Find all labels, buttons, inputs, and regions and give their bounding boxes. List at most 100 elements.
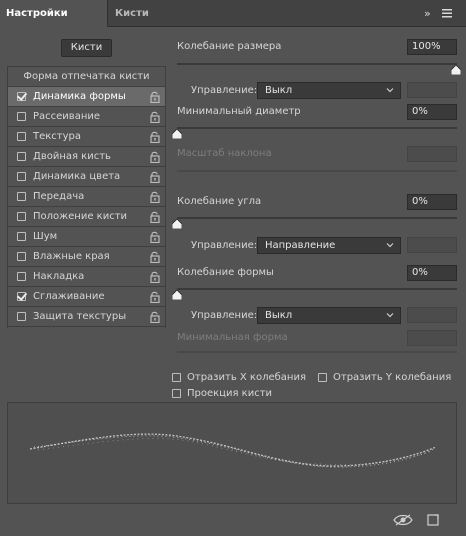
tilt-scale-slider bbox=[177, 170, 457, 172]
option-checkbox[interactable] bbox=[17, 132, 26, 141]
roundness-control-select[interactable]: Выкл bbox=[257, 307, 401, 324]
angle-control-value: Направление bbox=[265, 240, 336, 251]
option-checkbox[interactable] bbox=[17, 232, 26, 241]
roundness-control-value: Выкл bbox=[265, 310, 293, 321]
angle-control-extra-field bbox=[407, 237, 457, 253]
tilt-scale-label: Масштаб наклона bbox=[177, 148, 272, 159]
lock-icon[interactable] bbox=[150, 311, 160, 323]
roundness-control-label: Управление: bbox=[191, 310, 258, 321]
list-item-label: Двойная кисть bbox=[33, 151, 111, 162]
list-item-label: Защита текстуры bbox=[33, 311, 127, 322]
brush-options-list: Форма отпечатка кисти Динамика формы Расс… bbox=[7, 66, 166, 328]
option-checkbox[interactable] bbox=[17, 212, 26, 221]
chevron-down-icon bbox=[386, 88, 394, 93]
option-checkbox[interactable] bbox=[17, 172, 26, 181]
list-item-label: Динамика формы bbox=[33, 91, 126, 102]
option-checkbox[interactable] bbox=[17, 272, 26, 281]
chevron-down-icon bbox=[386, 313, 394, 318]
size-control-extra-field bbox=[407, 82, 457, 98]
min-diameter-slider[interactable] bbox=[177, 127, 457, 129]
list-item-label: Текстура bbox=[33, 131, 82, 142]
angle-control-select[interactable]: Направление bbox=[257, 237, 401, 254]
size-control-label: Управление: bbox=[191, 85, 258, 96]
tilt-scale-field bbox=[407, 146, 457, 162]
roundness-jitter-slider-handle[interactable] bbox=[172, 290, 182, 300]
stroke-preview-image bbox=[29, 433, 437, 468]
list-item-label: Влажные края bbox=[33, 251, 110, 262]
min-roundness-field bbox=[407, 330, 457, 346]
angle-jitter-slider-handle[interactable] bbox=[172, 219, 182, 229]
list-item[interactable]: Сглаживание bbox=[8, 287, 165, 307]
angle-jitter-label: Колебание угла bbox=[177, 196, 262, 207]
option-checkbox[interactable] bbox=[17, 112, 26, 121]
min-roundness-slider bbox=[177, 351, 457, 353]
list-item[interactable]: Динамика формы bbox=[8, 87, 165, 107]
lock-icon[interactable] bbox=[150, 131, 160, 143]
hamburger-menu-icon[interactable] bbox=[441, 0, 455, 27]
lock-icon[interactable] bbox=[150, 231, 160, 243]
option-checkbox[interactable] bbox=[17, 92, 26, 101]
lock-icon[interactable] bbox=[150, 171, 160, 183]
flip-x-label: Отразить X колебания bbox=[187, 372, 306, 383]
flip-y-checkbox[interactable] bbox=[318, 373, 327, 382]
min-diameter-label: Минимальный диаметр bbox=[177, 106, 301, 117]
roundness-jitter-slider[interactable] bbox=[177, 288, 457, 290]
option-checkbox[interactable] bbox=[17, 252, 26, 261]
size-control-select[interactable]: Выкл bbox=[257, 82, 401, 99]
size-jitter-slider-handle[interactable] bbox=[451, 65, 461, 75]
angle-jitter-slider[interactable] bbox=[177, 217, 457, 219]
new-preset-icon[interactable] bbox=[425, 513, 441, 527]
lock-icon[interactable] bbox=[150, 251, 160, 263]
lock-icon[interactable] bbox=[150, 91, 160, 103]
chevron-down-icon bbox=[386, 243, 394, 248]
option-checkbox[interactable] bbox=[17, 152, 26, 161]
lock-icon[interactable] bbox=[150, 151, 160, 163]
option-checkbox[interactable] bbox=[17, 292, 26, 301]
min-diameter-field[interactable]: 0% bbox=[407, 104, 457, 120]
size-control-value: Выкл bbox=[265, 85, 293, 96]
lock-icon[interactable] bbox=[150, 291, 160, 303]
flip-x-checkbox[interactable] bbox=[172, 373, 181, 382]
lock-icon[interactable] bbox=[150, 211, 160, 223]
lock-icon[interactable] bbox=[150, 271, 160, 283]
min-diameter-slider-handle[interactable] bbox=[172, 129, 182, 139]
tab-brush-settings[interactable]: Настройки кисти bbox=[0, 0, 108, 46]
list-item-label: Рассеивание bbox=[33, 111, 101, 122]
lock-icon[interactable] bbox=[150, 191, 160, 203]
min-roundness-label: Минимальная форма bbox=[177, 332, 288, 343]
list-item[interactable]: Рассеивание bbox=[8, 107, 165, 127]
list-item-label: Шум bbox=[33, 231, 58, 242]
roundness-jitter-label: Колебание формы bbox=[177, 267, 274, 278]
list-item[interactable]: Передача bbox=[8, 187, 165, 207]
list-item[interactable]: Положение кисти bbox=[8, 207, 165, 227]
list-item[interactable]: Текстура bbox=[8, 127, 165, 147]
list-item[interactable]: Защита текстуры bbox=[8, 307, 165, 327]
list-item-label: Сглаживание bbox=[33, 291, 105, 302]
list-item[interactable]: Шум bbox=[8, 227, 165, 247]
tab-brushes[interactable]: Кисти bbox=[109, 0, 155, 27]
expand-panel-icon[interactable]: » bbox=[424, 0, 436, 27]
size-jitter-slider[interactable] bbox=[177, 63, 457, 65]
list-item[interactable]: Влажные края bbox=[8, 247, 165, 267]
angle-control-label: Управление: bbox=[191, 240, 258, 251]
list-item[interactable]: Динамика цвета bbox=[8, 167, 165, 187]
brush-projection-checkbox[interactable] bbox=[172, 389, 181, 398]
roundness-control-extra-field bbox=[407, 307, 457, 323]
size-jitter-field[interactable]: 100% bbox=[407, 39, 457, 55]
brush-projection-label: Проекция кисти bbox=[187, 388, 273, 399]
brushes-button[interactable]: Кисти bbox=[61, 39, 112, 57]
option-checkbox[interactable] bbox=[17, 192, 26, 201]
roundness-jitter-field[interactable]: 0% bbox=[407, 265, 457, 281]
list-item[interactable]: Двойная кисть bbox=[8, 147, 165, 167]
lock-icon[interactable] bbox=[150, 111, 160, 123]
option-checkbox[interactable] bbox=[17, 312, 26, 321]
list-item-label: Передача bbox=[33, 191, 85, 202]
eye-toggle-icon[interactable] bbox=[393, 513, 413, 527]
list-item-label: Динамика цвета bbox=[33, 171, 121, 182]
angle-jitter-field[interactable]: 0% bbox=[407, 194, 457, 210]
flip-y-label: Отразить Y колебания bbox=[333, 372, 452, 383]
size-jitter-label: Колебание размера bbox=[177, 41, 282, 52]
list-item[interactable]: Накладка bbox=[8, 267, 165, 287]
brush-tip-shape-item[interactable]: Форма отпечатка кисти bbox=[8, 67, 165, 87]
list-item-label: Положение кисти bbox=[33, 211, 128, 222]
